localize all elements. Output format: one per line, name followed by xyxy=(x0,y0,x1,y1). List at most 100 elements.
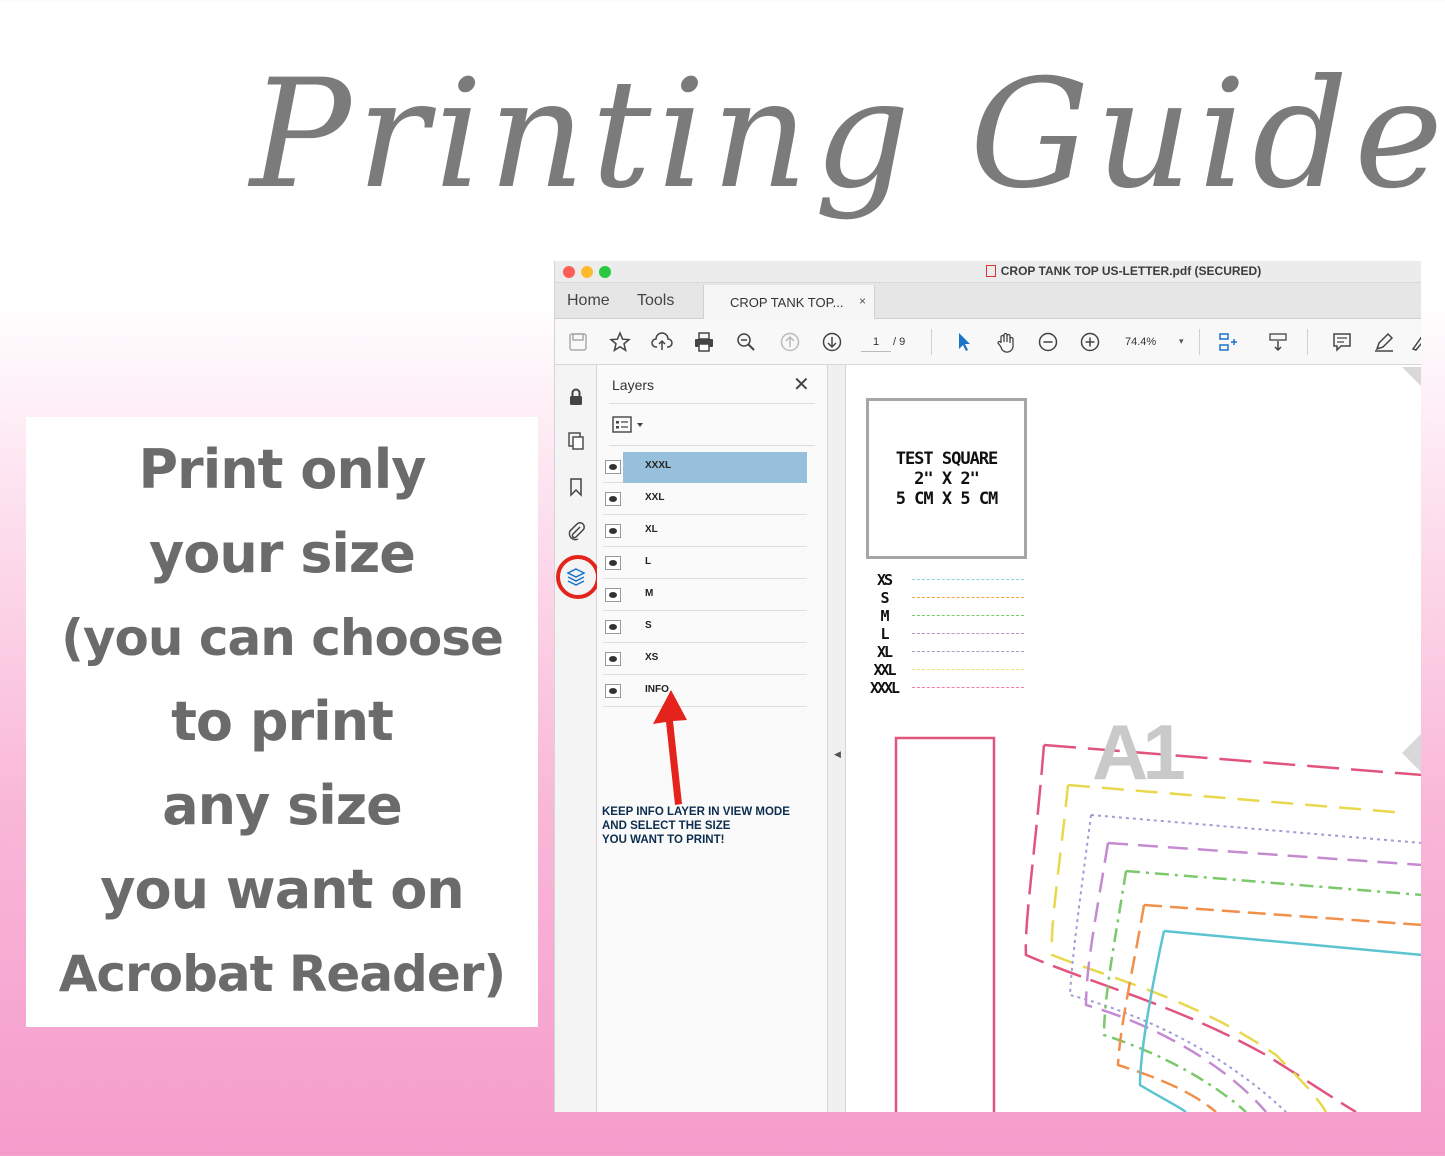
size-legend-label: XS xyxy=(876,571,893,589)
tab-bar: Home Tools CROP TANK TOP... × xyxy=(555,283,1421,320)
pdf-file-icon xyxy=(985,265,996,277)
attachment-icon[interactable] xyxy=(564,519,588,543)
size-legend-line xyxy=(912,615,1024,616)
eye-icon[interactable] xyxy=(605,492,621,506)
pattern-curve-xxxl xyxy=(1024,744,1357,1112)
next-page-icon[interactable] xyxy=(819,330,845,354)
eye-icon[interactable] xyxy=(605,524,621,538)
size-legend-row: XXXL xyxy=(864,679,1034,697)
star-icon[interactable] xyxy=(607,330,633,354)
layer-row-s[interactable]: S xyxy=(603,612,807,643)
lock-icon[interactable] xyxy=(564,385,588,409)
toolbar-divider xyxy=(1199,329,1200,355)
size-legend-label: S xyxy=(880,589,889,607)
upload-cloud-icon[interactable] xyxy=(649,330,675,354)
scroll-mode-icon[interactable] xyxy=(1265,330,1291,354)
size-legend-row: M xyxy=(864,607,1034,625)
toolbar: 1 / 9 74.4% ▾ xyxy=(555,319,1421,365)
document-view[interactable]: TEST SQUARE 2" X 2" 5 CM X 5 CM XS S M L XL X… xyxy=(846,365,1421,1112)
pattern-line-l xyxy=(1107,841,1421,867)
layer-row-l[interactable]: L xyxy=(603,548,807,579)
size-legend: XS S M L XL XXL XXXL xyxy=(864,571,1034,697)
save-icon[interactable] xyxy=(565,330,591,354)
page-count: / 9 xyxy=(893,336,906,348)
pattern-line-s xyxy=(1143,903,1421,927)
eye-icon[interactable] xyxy=(605,556,621,570)
zoom-dropdown-icon[interactable]: ▾ xyxy=(1179,336,1184,347)
size-legend-row: XL xyxy=(864,643,1034,661)
size-legend-line xyxy=(912,579,1024,580)
layer-row-xxl[interactable]: XXL xyxy=(603,484,807,515)
previous-page-icon[interactable] xyxy=(777,330,803,354)
layer-name: S xyxy=(645,620,652,631)
toolbar-divider xyxy=(931,329,932,355)
tip-line: Print only xyxy=(138,438,426,501)
tab-document[interactable]: CROP TANK TOP... × xyxy=(703,285,875,320)
select-cursor-icon[interactable] xyxy=(951,330,977,354)
eye-icon[interactable] xyxy=(605,684,621,698)
highlight-pen-icon[interactable] xyxy=(1371,330,1397,354)
panel-splitter[interactable]: ◀ xyxy=(828,365,846,1112)
size-legend-label: XL xyxy=(876,643,893,661)
sign-icon[interactable] xyxy=(1407,330,1421,354)
headline: Printing Guide xyxy=(250,48,1445,222)
size-legend-line xyxy=(912,597,1024,598)
size-legend-row: S xyxy=(864,589,1034,607)
page-edge-mark xyxy=(1402,734,1421,772)
zoom-in-icon[interactable] xyxy=(1077,330,1103,354)
page-corner-mark xyxy=(1402,367,1421,386)
size-legend-label: XXL xyxy=(873,661,896,679)
eye-icon[interactable] xyxy=(605,460,621,474)
tip-line: you want on xyxy=(100,858,464,921)
layer-row-xxxl[interactable]: XXXL xyxy=(603,452,807,483)
close-tab-icon[interactable]: × xyxy=(859,294,866,308)
tip-line: to print xyxy=(171,690,394,753)
note-line: AND SELECT THE SIZE xyxy=(602,820,731,832)
test-square-line: 2" X 2" xyxy=(914,468,980,489)
zoom-level[interactable]: 74.4% xyxy=(1125,336,1156,348)
page-thumbnails-icon[interactable] xyxy=(564,429,588,453)
hand-tool-icon[interactable] xyxy=(993,330,1019,354)
pattern-line-m xyxy=(1125,869,1421,897)
layer-row-xl[interactable]: XL xyxy=(603,516,807,547)
piece-label: A1 xyxy=(1092,708,1186,796)
page-number-input[interactable]: 1 xyxy=(861,332,891,352)
zoom-search-icon[interactable] xyxy=(733,330,759,354)
tip-line: Acrobat Reader) xyxy=(58,945,507,1003)
layer-name: M xyxy=(645,588,654,599)
note-line: YOU WANT TO PRINT! xyxy=(602,834,725,846)
layer-row-m[interactable]: M xyxy=(603,580,807,611)
window-title-text: CROP TANK TOP US-LETTER.pdf (SECURED) xyxy=(1000,264,1262,278)
tip-line: (you can choose xyxy=(61,609,504,667)
pattern-curve-l xyxy=(1084,842,1267,1112)
left-navigation-rail xyxy=(555,365,600,1112)
size-legend-line xyxy=(912,669,1024,670)
test-square-line: TEST SQUARE xyxy=(895,448,999,469)
eye-icon[interactable] xyxy=(605,588,621,602)
print-icon[interactable] xyxy=(691,330,717,354)
eye-icon[interactable] xyxy=(605,652,621,666)
test-square: TEST SQUARE 2" X 2" 5 CM X 5 CM xyxy=(866,398,1027,559)
pattern-curve-xl xyxy=(1068,814,1287,1112)
layers-panel-title: Layers xyxy=(612,377,655,393)
comment-icon[interactable] xyxy=(1329,330,1355,354)
layer-row-xs[interactable]: XS xyxy=(603,644,807,675)
test-square-line: 5 CM X 5 CM xyxy=(895,488,999,509)
layer-options-icon[interactable] xyxy=(612,415,648,435)
size-legend-line xyxy=(912,633,1024,634)
eye-icon[interactable] xyxy=(605,620,621,634)
tab-home[interactable]: Home xyxy=(567,292,610,310)
pattern-line-xl xyxy=(1090,814,1421,844)
close-panel-icon[interactable]: ✕ xyxy=(793,372,810,397)
fit-page-icon[interactable] xyxy=(1215,330,1241,354)
red-arrow-annotation xyxy=(653,690,687,805)
size-legend-row: L xyxy=(864,625,1034,643)
collapse-arrow-icon[interactable]: ◀ xyxy=(834,749,841,760)
zoom-out-icon[interactable] xyxy=(1035,330,1061,354)
size-legend-row: XXL xyxy=(864,661,1034,679)
tip-line: any size xyxy=(162,774,403,837)
bookmark-icon[interactable] xyxy=(564,475,588,499)
tab-tools[interactable]: Tools xyxy=(637,292,674,310)
window-title: CROP TANK TOP US-LETTER.pdf (SECURED) xyxy=(555,264,1421,278)
layer-name: XL xyxy=(645,524,658,535)
